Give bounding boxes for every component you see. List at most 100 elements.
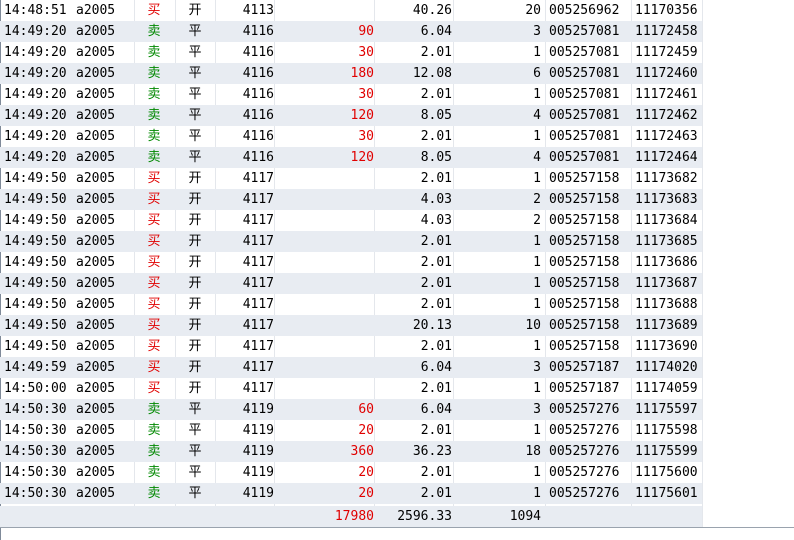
- profit-cell: 30: [358, 87, 374, 102]
- contract-code-cell: a2005: [76, 465, 116, 480]
- table-row[interactable]: 14:50:30 a2005 卖 平 4119 20 2.01 1 005257276 11175…: [0, 483, 702, 504]
- table-row[interactable]: 14:49:20 a2005 卖 平 4116 30 2.01 1 005257081 11172…: [0, 42, 702, 63]
- amount-cell: 2.01: [420, 276, 452, 291]
- account-number-cell: 005257276: [549, 465, 620, 480]
- direction-cell: 买: [147, 3, 161, 18]
- trade-time-cell: 14:50:00: [4, 381, 67, 396]
- amount-cell: 2.01: [420, 423, 452, 438]
- table-row[interactable]: 14:49:20 a2005 卖 平 4116 30 2.01 1 005257081 11172…: [0, 84, 702, 105]
- amount-cell: 6.04: [420, 402, 452, 417]
- quantity-cell: 1: [533, 255, 541, 270]
- table-row[interactable]: 14:49:50 a2005 买 开 4117 2.01 1 005257158 1117368…: [0, 252, 702, 273]
- quantity-cell: 3: [533, 402, 541, 417]
- trade-point-cell: 4113: [242, 3, 274, 18]
- table-row[interactable]: 14:49:20 a2005 卖 平 4116 180 12.08 6 005257081 111…: [0, 63, 702, 84]
- contract-code-cell: a2005: [76, 486, 116, 501]
- contract-code-cell: a2005: [76, 423, 116, 438]
- grid-bottom-border: [0, 527, 794, 528]
- trade-point-cell: 4117: [242, 276, 274, 291]
- table-row[interactable]: 14:50:00 a2005 买 开 4117 2.01 1 005257187 1117405…: [0, 378, 702, 399]
- contract-code-cell: a2005: [76, 444, 116, 459]
- quantity-cell: 2: [533, 192, 541, 207]
- order-number-cell: 11172460: [635, 66, 698, 81]
- table-row[interactable]: 14:49:50 a2005 买 开 4117 20.13 10 005257158 11173…: [0, 315, 702, 336]
- table-row[interactable]: 14:49:20 a2005 卖 平 4116 30 2.01 1 005257081 11172…: [0, 126, 702, 147]
- quantity-cell: 1: [533, 45, 541, 60]
- profit-cell: 120: [350, 150, 374, 165]
- contract-code-cell: a2005: [76, 129, 116, 144]
- trade-point-cell: 4117: [242, 192, 274, 207]
- direction-cell: 买: [147, 213, 161, 228]
- quantity-cell: 4: [533, 150, 541, 165]
- table-row[interactable]: 14:49:50 a2005 买 开 4117 2.01 1 005257158 1117368…: [0, 231, 702, 252]
- trade-point-cell: 4116: [242, 129, 274, 144]
- contract-code-cell: a2005: [76, 297, 116, 312]
- trade-time-cell: 14:49:50: [4, 297, 67, 312]
- trade-point-cell: 4116: [242, 87, 274, 102]
- account-number-cell: 005257158: [549, 213, 620, 228]
- profit-cell: 30: [358, 45, 374, 60]
- quantity-cell: 3: [533, 24, 541, 39]
- order-number-cell: 11173687: [635, 276, 698, 291]
- trade-grid[interactable]: 14:48:51 a2005 买开 4113 40.26 20 005256962 11170…: [0, 0, 794, 540]
- open-close-cell: 平: [188, 465, 202, 480]
- table-row[interactable]: 14:50:30 a2005 卖 平 4119 20 2.01 1 005257276 11175…: [0, 462, 702, 483]
- table-row[interactable]: 14:49:50 a2005 买 开 4117 2.01 1 005257158 1117368…: [0, 168, 702, 189]
- profit-cell: 30: [358, 129, 374, 144]
- trade-point-cell: 4116: [242, 66, 274, 81]
- table-row[interactable]: 14:48:51 a2005 买 开 4113 40.26 20 005256962 11170…: [0, 0, 702, 21]
- profit-cell: [275, 273, 374, 294]
- trade-time-cell: 14:49:50: [4, 234, 67, 249]
- account-number-cell: 005257158: [549, 339, 620, 354]
- quantity-cell: 18: [525, 444, 541, 459]
- table-row[interactable]: 14:49:50 a2005 买 开 4117 4.03 2 005257158 1117368…: [0, 189, 702, 210]
- table-row[interactable]: 14:49:50 a2005 买 开 4117 2.01 1 005257158 1117368…: [0, 294, 702, 315]
- contract-code-cell: a2005: [76, 318, 116, 333]
- direction-cell: 买: [147, 255, 161, 270]
- direction-cell: 卖: [147, 87, 161, 102]
- contract-code-cell: a2005: [76, 3, 116, 18]
- trade-time-cell: 14:49:20: [4, 129, 67, 144]
- trade-point-cell: 4117: [242, 339, 274, 354]
- trade-time-cell: 14:50:30: [4, 444, 67, 459]
- direction-cell: 卖: [147, 108, 161, 123]
- trade-time-cell: 14:49:20: [4, 150, 67, 165]
- direction-cell: 卖: [147, 423, 161, 438]
- table-row[interactable]: 14:49:20 a2005 卖 平 4116 120 8.05 4 005257081 1117…: [0, 147, 702, 168]
- order-number-cell: 11175599: [635, 444, 698, 459]
- contract-code-cell: a2005: [76, 234, 116, 249]
- quantity-cell: 6: [533, 66, 541, 81]
- contract-code-cell: a2005: [76, 381, 116, 396]
- order-number-cell: 11173689: [635, 318, 698, 333]
- table-row[interactable]: 14:50:30 a2005 卖 平 4119 360 36.23 18 005257276 11…: [0, 441, 702, 462]
- table-row[interactable]: 14:49:20 a2005 卖 平 4116 120 8.05 4 005257081 1117…: [0, 105, 702, 126]
- table-row[interactable]: 14:50:30 a2005 卖 平 4119 20 2.01 1 005257276 11175…: [0, 420, 702, 441]
- order-number-cell: 11173690: [635, 339, 698, 354]
- trade-time-cell: 14:49:50: [4, 318, 67, 333]
- amount-cell: 2.01: [420, 234, 452, 249]
- table-row[interactable]: 14:49:50 a2005 买 开 4117 4.03 2 005257158 1117368…: [0, 210, 702, 231]
- amount-cell: 2.01: [420, 87, 452, 102]
- contract-code-cell: a2005: [76, 150, 116, 165]
- order-number-cell: 11173682: [635, 171, 698, 186]
- direction-cell: 买: [147, 381, 161, 396]
- quantity-cell: 1: [533, 339, 541, 354]
- order-number-cell: 11175600: [635, 465, 698, 480]
- amount-cell: 4.03: [420, 213, 452, 228]
- trade-time-cell: 14:50:30: [4, 402, 67, 417]
- quantity-cell: 10: [525, 318, 541, 333]
- order-number-cell: 11175598: [635, 423, 698, 438]
- table-row[interactable]: 14:49:59 a2005 买 开 4117 6.04 3 005257187 1117402…: [0, 357, 702, 378]
- table-row[interactable]: 14:49:50 a2005 买 开 4117 2.01 1 005257158 1117368…: [0, 273, 702, 294]
- table-row[interactable]: 14:49:20 a2005 卖 平 4116 90 6.04 3 005257081 11172…: [0, 21, 702, 42]
- quantity-cell: 1: [533, 297, 541, 312]
- amount-cell: 8.05: [420, 150, 452, 165]
- order-number-cell: 11172462: [635, 108, 698, 123]
- trade-time-cell: 14:48:51: [4, 3, 67, 18]
- contract-code-cell: a2005: [76, 192, 116, 207]
- amount-cell: 8.05: [420, 108, 452, 123]
- table-row[interactable]: 14:50:30 a2005 卖 平 4119 60 6.04 3 005257276 11175…: [0, 399, 702, 420]
- quantity-cell: 1: [533, 423, 541, 438]
- table-row[interactable]: 14:49:50 a2005 买 开 4117 2.01 1 005257158 1117369…: [0, 336, 702, 357]
- open-close-cell: 开: [188, 360, 202, 375]
